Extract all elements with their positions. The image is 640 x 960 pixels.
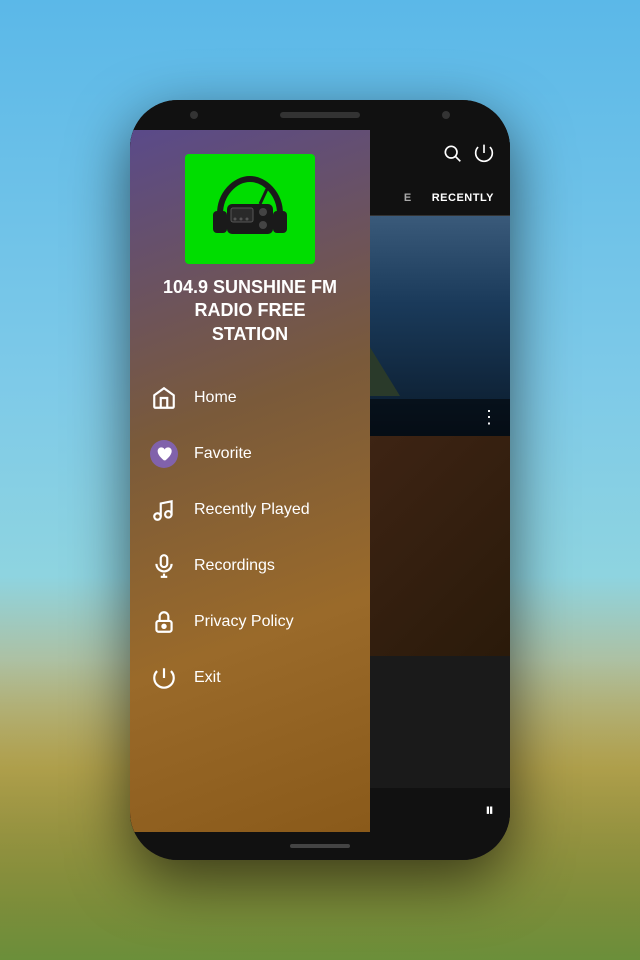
menu-item-privacy-policy[interactable]: Privacy Policy (130, 594, 370, 650)
home-icon (150, 384, 178, 412)
phone-frame: ne E RECEN (130, 100, 510, 860)
recently-played-label: Recently Played (194, 501, 310, 519)
menu-item-home[interactable]: Home (130, 370, 370, 426)
power-icon[interactable] (474, 143, 494, 168)
phone-bottom (130, 832, 510, 860)
pause-button[interactable]: ⏸ (485, 800, 494, 821)
camera-right (442, 111, 450, 119)
favorite-label: Favorite (194, 445, 252, 463)
drawer-menu: Home Favorite (130, 362, 370, 816)
navigation-drawer: 104.9 SUNSHINE FM RADIO FREE STATION Hom… (130, 130, 370, 832)
favorite-icon-circle (150, 440, 178, 468)
menu-item-recordings[interactable]: Recordings (130, 538, 370, 594)
tab-e[interactable]: E (404, 192, 412, 204)
header-icons (442, 143, 494, 168)
drawer-station-title: 104.9 SUNSHINE FM RADIO FREE STATION (146, 276, 354, 346)
home-indicator (290, 844, 350, 848)
tab-recently[interactable]: RECENTLY (432, 192, 494, 204)
menu-item-favorite[interactable]: Favorite (130, 426, 370, 482)
recordings-label: Recordings (194, 557, 275, 575)
home-label: Home (194, 389, 237, 407)
menu-item-recently-played[interactable]: Recently Played (130, 482, 370, 538)
phone-top (130, 100, 510, 130)
exit-power-icon (150, 664, 178, 692)
privacy-policy-label: Privacy Policy (194, 613, 294, 631)
lock-icon (150, 608, 178, 636)
search-icon[interactable] (442, 143, 462, 168)
microphone-icon (150, 552, 178, 580)
camera-left (190, 111, 198, 119)
menu-item-exit[interactable]: Exit (130, 650, 370, 706)
logo-box (185, 154, 315, 264)
app-logo-icon (205, 169, 295, 249)
screen: ne E RECEN (130, 130, 510, 832)
favorite-icon-wrapper (150, 440, 178, 468)
exit-label: Exit (194, 669, 221, 687)
drawer-logo-area: 104.9 SUNSHINE FM RADIO FREE STATION (130, 146, 370, 362)
music-notes-icon (150, 496, 178, 524)
more-options-icon[interactable]: ⋮ (480, 407, 498, 428)
